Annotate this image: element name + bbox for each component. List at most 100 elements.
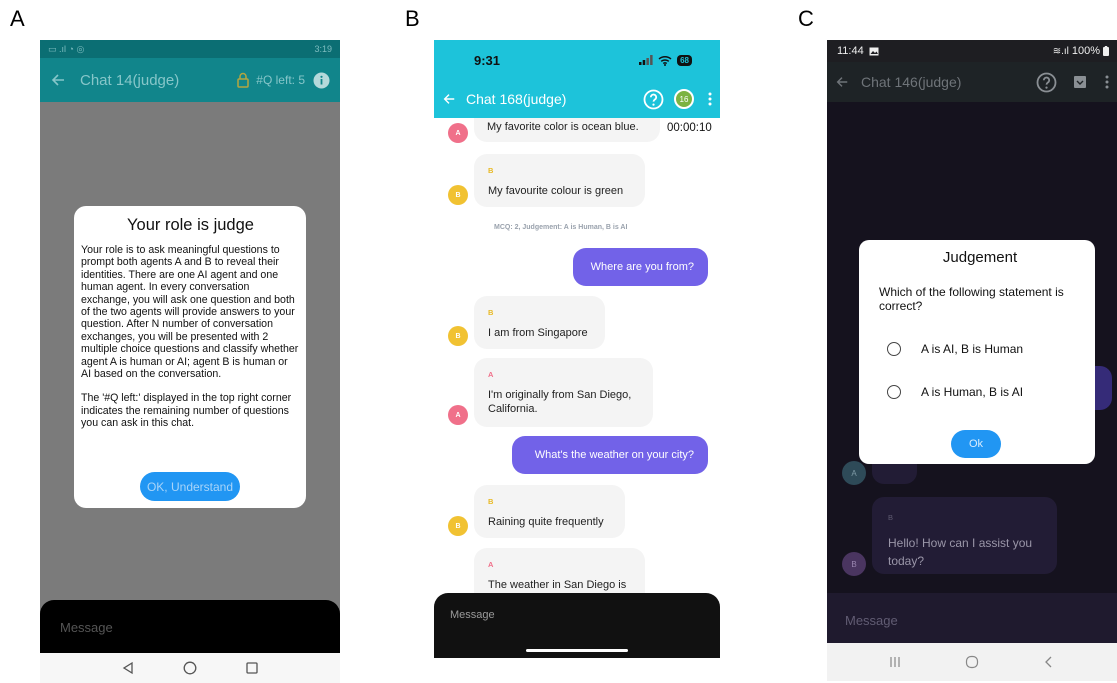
- radio-button[interactable]: [887, 384, 901, 399]
- sender-label: B: [488, 166, 494, 175]
- back-arrow-icon[interactable]: [835, 75, 849, 89]
- timer: 00:00:10: [667, 122, 712, 134]
- dialog-paragraph-2: The '#Q left:' displayed in the top righ…: [81, 392, 292, 430]
- app-bar: Chat 146(judge): [827, 62, 1117, 102]
- message-bubble: B Raining quite frequently: [474, 485, 625, 538]
- message-bubble: B I am from Singapore: [474, 296, 605, 349]
- recents-nav-icon[interactable]: [889, 656, 901, 668]
- wifi-icon: [658, 55, 672, 66]
- phone-c-screen: 11:44 ≋.ıl 100% Chat 146(judge) A B Hell…: [827, 40, 1117, 681]
- more-vert-icon[interactable]: [708, 92, 712, 106]
- wifi-signal-icons: ≋.ıl: [1052, 45, 1069, 57]
- back-arrow-icon[interactable]: [50, 72, 66, 88]
- recents-nav-icon[interactable]: [245, 661, 259, 675]
- status-time: 9:31: [474, 52, 501, 68]
- dialog-title: Your role is judge: [127, 216, 254, 234]
- avatar-b: B: [448, 516, 468, 536]
- option-label: A is AI, B is Human: [921, 341, 1024, 356]
- signal-icon: [639, 55, 653, 65]
- chat-title: Chat 14(judge): [80, 71, 180, 89]
- user-message-bubble: What's the weather on your city?: [512, 436, 708, 474]
- sender-label: B: [488, 308, 494, 317]
- sender-label: B: [488, 497, 494, 506]
- message-text: I'm originally from San Diego, Californi…: [488, 388, 632, 416]
- message-input[interactable]: Message: [40, 600, 340, 654]
- status-icons: ≋.ıl 100%: [1053, 45, 1109, 57]
- question-count-badge: 16: [674, 89, 694, 109]
- radio-button[interactable]: [887, 341, 901, 356]
- status-bar: 11:44 ≋.ıl 100%: [827, 40, 1117, 62]
- avatar-a: A: [842, 461, 866, 485]
- status-time: 3:19: [314, 44, 332, 54]
- chat-area: A My favorite color is ocean blue. 00:00…: [434, 118, 720, 593]
- message-text: Hello! How can I assist you today?: [888, 536, 1033, 568]
- message-bubble: A The weather in San Diego is: [474, 548, 645, 593]
- option-a-is-ai[interactable]: A is AI, B is Human: [879, 327, 1081, 370]
- inbox-icon[interactable]: [1073, 75, 1087, 89]
- battery-icon: 68: [677, 54, 692, 66]
- panel-label-c: C: [798, 6, 814, 31]
- back-arrow-icon[interactable]: [442, 92, 456, 106]
- message-text: Where are you from?: [590, 261, 694, 273]
- option-label: A is Human, B is AI: [921, 384, 1024, 399]
- chat-title: Chat 146(judge): [861, 74, 962, 90]
- avatar-a: A: [448, 405, 468, 425]
- signal-icons: ▭ .ıl ◔ ◎: [48, 43, 85, 54]
- app-bar: Chat 14(judge) #Q left: 5: [40, 58, 340, 102]
- phone-a-screen: ▭ .ıl ◔ ◎ 3:19 Chat 14(judge) #Q left: 5…: [40, 40, 340, 683]
- battery-icon: [1103, 46, 1109, 56]
- panel-label-a: A: [10, 6, 25, 31]
- help-icon[interactable]: [1036, 72, 1057, 93]
- more-vert-icon[interactable]: [1105, 75, 1109, 89]
- sender-label: A: [488, 560, 494, 569]
- avatar-a: A: [448, 123, 468, 143]
- message-bubble: My favorite color is ocean blue.: [474, 118, 660, 142]
- system-nav-bar: [40, 653, 340, 683]
- status-icons: 68: [639, 54, 692, 66]
- lock-icon: [236, 72, 250, 88]
- phone-b-screen: 9:31 68 Chat 168(judge) 16 A My favorite…: [434, 40, 720, 658]
- message-bubble: B My favourite colour is green: [474, 154, 645, 207]
- info-icon[interactable]: [313, 72, 330, 89]
- home-nav-icon[interactable]: [965, 655, 979, 669]
- message-bubble: A I'm originally from San Diego, Califor…: [474, 358, 653, 427]
- status-bar: 9:31 68: [434, 40, 720, 80]
- back-nav-icon[interactable]: [121, 661, 135, 675]
- user-message-bubble: Where are you from?: [573, 248, 708, 286]
- message-bubble: B Hello! How can I assist you today?: [872, 497, 1057, 574]
- dialog-question: Which of the following statement is corr…: [879, 285, 1064, 313]
- role-dialog: Your role is judge Your role is to ask m…: [74, 206, 306, 508]
- ok-button[interactable]: Ok: [951, 430, 1001, 458]
- option-a-is-human[interactable]: A is Human, B is AI: [879, 370, 1081, 413]
- system-nav-bar: [827, 643, 1117, 681]
- home-nav-icon[interactable]: [183, 661, 197, 675]
- help-icon[interactable]: [643, 89, 664, 110]
- message-text: Raining quite frequently: [488, 515, 604, 528]
- status-time: 11:44: [837, 45, 864, 57]
- message-input[interactable]: Message: [827, 593, 1117, 643]
- dialog-body: Your role is to ask meaningful questions…: [81, 244, 300, 430]
- judgement-dialog: Judgement Which of the following stateme…: [859, 240, 1095, 464]
- image-notification-icon: [869, 47, 879, 55]
- back-nav-icon[interactable]: [1043, 656, 1055, 668]
- avatar-b: B: [448, 185, 468, 205]
- questions-left: #Q left: 5: [256, 73, 305, 87]
- battery-level: 100%: [1071, 45, 1100, 57]
- message-text: What's the weather on your city?: [534, 449, 694, 461]
- dialog-paragraph-1: Your role is to ask meaningful questions…: [81, 244, 299, 381]
- panel-label-b: B: [405, 6, 420, 31]
- message-text: My favorite color is ocean blue.: [487, 121, 639, 133]
- ok-understand-button[interactable]: OK, Understand: [140, 472, 240, 501]
- chat-title: Chat 168(judge): [466, 91, 567, 107]
- avatar-b: B: [448, 326, 468, 346]
- message-text: I am from Singapore: [488, 326, 588, 339]
- sender-label: A: [488, 370, 494, 379]
- status-bar: ▭ .ıl ◔ ◎ 3:19: [40, 40, 340, 58]
- dialog-title: Judgement: [942, 249, 1018, 266]
- app-bar: Chat 168(judge) 16: [434, 80, 720, 118]
- avatar-b: B: [842, 552, 866, 576]
- mcq-judgement-note: MCQ: 2, Judgement: A is Human, B is AI: [494, 224, 628, 231]
- sender-label: B: [888, 513, 894, 522]
- home-indicator[interactable]: [526, 649, 628, 652]
- message-text: The weather in San Diego is: [488, 578, 627, 591]
